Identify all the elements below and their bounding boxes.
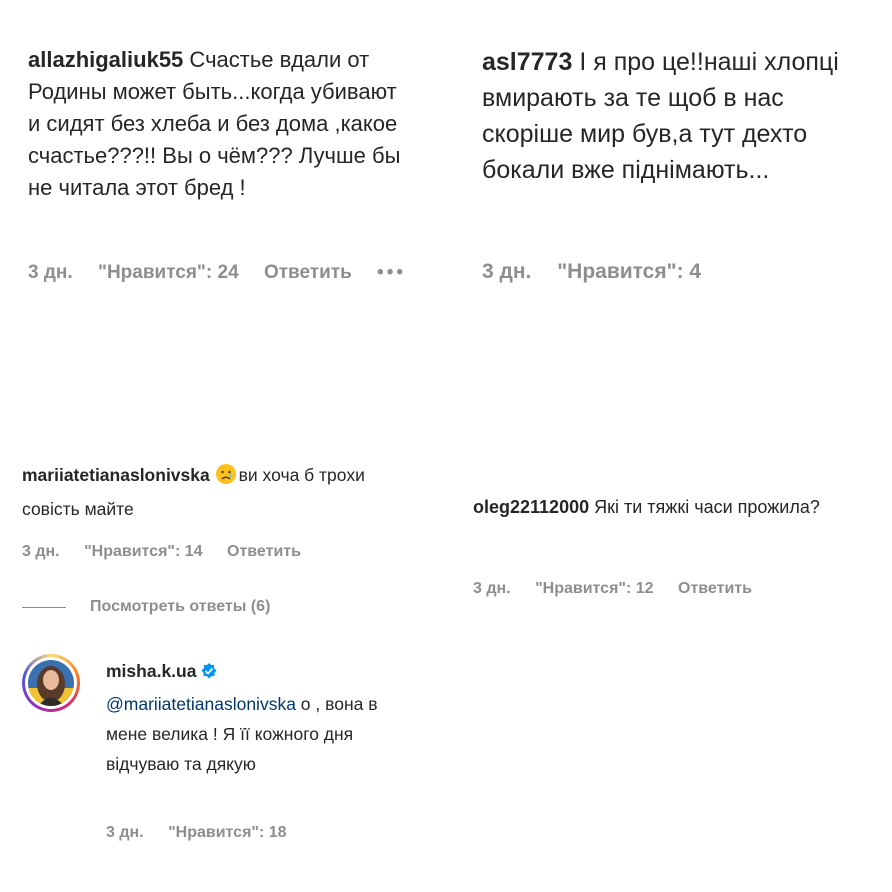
crying-face-icon bbox=[215, 463, 237, 494]
comment-username[interactable]: mariiatetianaslonivska bbox=[22, 465, 210, 485]
divider bbox=[22, 606, 66, 608]
comment-oleg22112000: oleg22112000 Які ти тяжкі часи прожила? bbox=[473, 492, 853, 522]
reply-button[interactable]: Ответить bbox=[264, 262, 352, 283]
comment-meta: 3 дн. "Нравится": 24 Ответить ••• bbox=[28, 262, 426, 284]
view-replies-button[interactable]: Посмотреть ответы (6) bbox=[22, 598, 270, 616]
comment-meta: 3 дн. "Нравится": 18 bbox=[106, 824, 307, 842]
comment-likes[interactable]: "Нравится": 4 bbox=[557, 260, 701, 283]
comment-time[interactable]: 3 дн. bbox=[28, 262, 73, 283]
comment-meta: 3 дн. "Нравится": 14 Ответить bbox=[22, 543, 321, 561]
comment-likes[interactable]: "Нравится": 24 bbox=[98, 262, 239, 283]
comment-time[interactable]: 3 дн. bbox=[106, 824, 144, 841]
comment-time[interactable]: 3 дн. bbox=[482, 260, 531, 283]
comment-mariiatetianaslonivska: mariiatetianaslonivska ви хоча б трохи с… bbox=[22, 460, 402, 524]
comment-username[interactable]: misha.k.ua bbox=[106, 661, 196, 681]
comment-meta: 3 дн. "Нравится": 12 Ответить bbox=[473, 580, 772, 598]
comment-meta: 3 дн. "Нравится": 4 bbox=[482, 260, 721, 284]
comment-username[interactable]: asl7773 bbox=[482, 48, 572, 76]
comment-username[interactable]: allazhigaliuk55 bbox=[28, 47, 183, 72]
comment-time[interactable]: 3 дн. bbox=[22, 543, 60, 560]
avatar[interactable] bbox=[22, 654, 80, 712]
mention-link[interactable]: @mariiatetianaslonivska bbox=[106, 694, 296, 714]
comment-allazhigaliuk55: allazhigaliuk55 Счастье вдали от Родины … bbox=[28, 44, 408, 204]
verified-badge-icon bbox=[200, 659, 218, 689]
avatar-image bbox=[28, 660, 74, 706]
comment-likes[interactable]: "Нравится": 18 bbox=[168, 824, 287, 841]
view-replies-label: Посмотреть ответы (6) bbox=[90, 598, 271, 615]
reply-button[interactable]: Ответить bbox=[678, 580, 752, 597]
more-options-icon[interactable]: ••• bbox=[377, 262, 406, 283]
comment-time[interactable]: 3 дн. bbox=[473, 580, 511, 597]
comment-text: Які ти тяжкі часи прожила? bbox=[594, 497, 820, 517]
reply-comment: misha.k.ua @mariiatetianaslonivska о , в… bbox=[106, 656, 406, 779]
comment-likes[interactable]: "Нравится": 12 bbox=[535, 580, 654, 597]
comment-username[interactable]: oleg22112000 bbox=[473, 497, 589, 517]
comment-asl7773: asl7773 І я про це!!наші хлопці вмирають… bbox=[482, 44, 862, 188]
comment-likes[interactable]: "Нравится": 14 bbox=[84, 543, 203, 560]
reply-button[interactable]: Ответить bbox=[227, 543, 301, 560]
